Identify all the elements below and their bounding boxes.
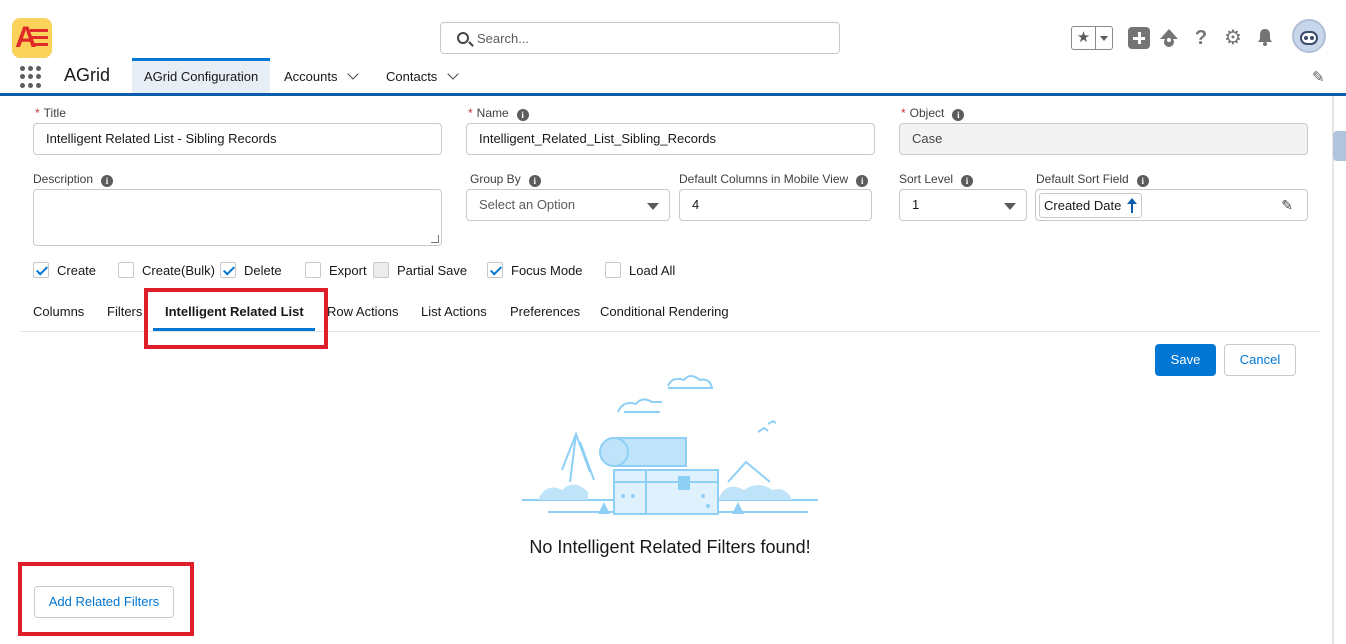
checkbox-focus-mode[interactable]: Focus Mode <box>487 262 583 280</box>
nav-tab-agrid-configuration[interactable]: AGrid Configuration <box>132 58 271 93</box>
sort-field-pill[interactable]: Created Date <box>1039 193 1143 218</box>
global-header: A ★ ? ⚙ <box>0 0 1346 58</box>
info-icon[interactable]: i <box>528 175 541 187</box>
empty-state-message: No Intelligent Related Filters found! <box>529 537 811 557</box>
checkbox-label: Partial Save <box>397 263 468 278</box>
nav-tab-accounts[interactable]: Accounts <box>284 58 360 93</box>
sort-level-value: 1 <box>912 197 920 212</box>
sort-field-box[interactable]: Created Date ✎ <box>1035 189 1308 221</box>
chevron-down-icon <box>1004 203 1016 210</box>
checkbox-load-all[interactable]: Load All <box>605 262 675 280</box>
checkbox-box[interactable] <box>33 262 49 278</box>
chevron-down-icon[interactable] <box>1096 27 1112 49</box>
title-label: * Title <box>35 106 66 120</box>
nav-tab-contacts[interactable]: Contacts <box>386 58 459 93</box>
info-icon[interactable]: i <box>1136 175 1149 187</box>
tab-conditional-rendering[interactable]: Conditional Rendering <box>600 304 729 319</box>
name-field[interactable]: Intelligent_Related_List_Sibling_Records <box>466 123 875 155</box>
checkbox-label: Focus Mode <box>511 263 583 278</box>
checkbox-box[interactable] <box>305 262 321 278</box>
help-icon[interactable]: ? <box>1190 27 1212 49</box>
highlight-box-add-button <box>18 562 194 636</box>
search-icon <box>457 32 469 44</box>
checkbox-label: Export <box>329 263 367 278</box>
nav-tab-label: Contacts <box>386 69 438 84</box>
checkbox-label: Create <box>57 263 97 278</box>
checkbox-box[interactable] <box>118 262 134 278</box>
side-panel-handle[interactable] <box>1333 131 1346 161</box>
info-icon[interactable]: i <box>516 109 529 121</box>
info-icon[interactable]: i <box>101 175 114 187</box>
search-input[interactable] <box>477 28 827 48</box>
info-icon[interactable]: i <box>856 175 869 187</box>
app-launcher-icon[interactable] <box>20 66 42 88</box>
avatar[interactable] <box>1292 19 1326 53</box>
empty-state-illustration <box>522 375 818 515</box>
cancel-button[interactable]: Cancel <box>1224 344 1296 376</box>
checkbox-box[interactable] <box>605 262 621 278</box>
sort-field-value: Created Date <box>1044 198 1122 213</box>
arrow-up-icon[interactable] <box>1127 197 1138 213</box>
tab-filters[interactable]: Filters <box>107 304 142 319</box>
chevron-down-icon[interactable] <box>347 68 360 80</box>
pencil-icon[interactable]: ✎ <box>1281 197 1293 214</box>
chevron-down-icon[interactable] <box>447 68 459 80</box>
checkbox-create-bulk[interactable]: Create(Bulk) <box>118 262 215 280</box>
scroll-edge <box>1332 96 1334 644</box>
object-field: Case <box>899 123 1308 155</box>
description-label: Description i <box>33 172 114 187</box>
bell-icon[interactable] <box>1254 27 1276 49</box>
tab-preferences[interactable]: Preferences <box>510 304 580 319</box>
nav-tab-label: AGrid Configuration <box>144 69 259 84</box>
global-search[interactable] <box>440 22 840 54</box>
nav-tab-label: Accounts <box>284 69 338 84</box>
info-icon[interactable]: i <box>952 109 965 121</box>
mobile-columns-label: Default Columns in Mobile View i <box>679 172 869 187</box>
tab-row-actions[interactable]: Row Actions <box>327 304 399 319</box>
favorites-group: ★ <box>1071 26 1113 50</box>
description-textarea[interactable] <box>33 189 442 246</box>
gear-icon[interactable]: ⚙ <box>1222 27 1244 49</box>
app-navigation: AGrid AGrid Configuration Accounts Conta… <box>0 58 1346 96</box>
sort-level-label: Sort Level i <box>899 172 974 187</box>
tab-columns[interactable]: Columns <box>33 304 84 319</box>
checkbox-label: Delete <box>244 263 282 278</box>
star-icon[interactable]: ★ <box>1072 27 1096 49</box>
mobile-columns-field[interactable]: 4 <box>679 189 872 221</box>
checkbox-box <box>373 262 389 278</box>
sort-field-label: Default Sort Field i <box>1036 172 1149 187</box>
group-by-select[interactable]: Select an Option <box>466 189 670 221</box>
checkbox-label: Create(Bulk) <box>142 263 215 278</box>
group-by-label: Group By i <box>470 172 541 187</box>
trailhead-icon[interactable] <box>1158 27 1180 49</box>
checkbox-export[interactable]: Export <box>305 262 367 280</box>
highlight-box-tab <box>144 288 328 349</box>
checkbox-partial-save[interactable]: Partial Save <box>373 262 467 280</box>
edit-nav-icon[interactable]: ✎ <box>1312 68 1328 86</box>
sort-level-select[interactable]: 1 <box>899 189 1027 221</box>
checkbox-box[interactable] <box>487 262 503 278</box>
group-by-placeholder: Select an Option <box>479 197 576 212</box>
title-field[interactable]: Intelligent Related List - Sibling Recor… <box>33 123 442 155</box>
info-icon[interactable]: i <box>961 175 974 187</box>
save-button[interactable]: Save <box>1155 344 1216 376</box>
name-label: * Name i <box>468 106 529 121</box>
tab-list-actions[interactable]: List Actions <box>421 304 487 319</box>
app-name: AGrid <box>64 65 111 85</box>
checkbox-box[interactable] <box>220 262 236 278</box>
chevron-down-icon <box>647 203 659 210</box>
checkbox-create[interactable]: Create <box>33 262 96 280</box>
object-label: * Object i <box>901 106 965 121</box>
app-logo[interactable]: A <box>12 18 52 58</box>
checkbox-label: Load All <box>629 263 676 278</box>
checkbox-delete[interactable]: Delete <box>220 262 282 280</box>
plus-icon[interactable] <box>1128 27 1150 49</box>
